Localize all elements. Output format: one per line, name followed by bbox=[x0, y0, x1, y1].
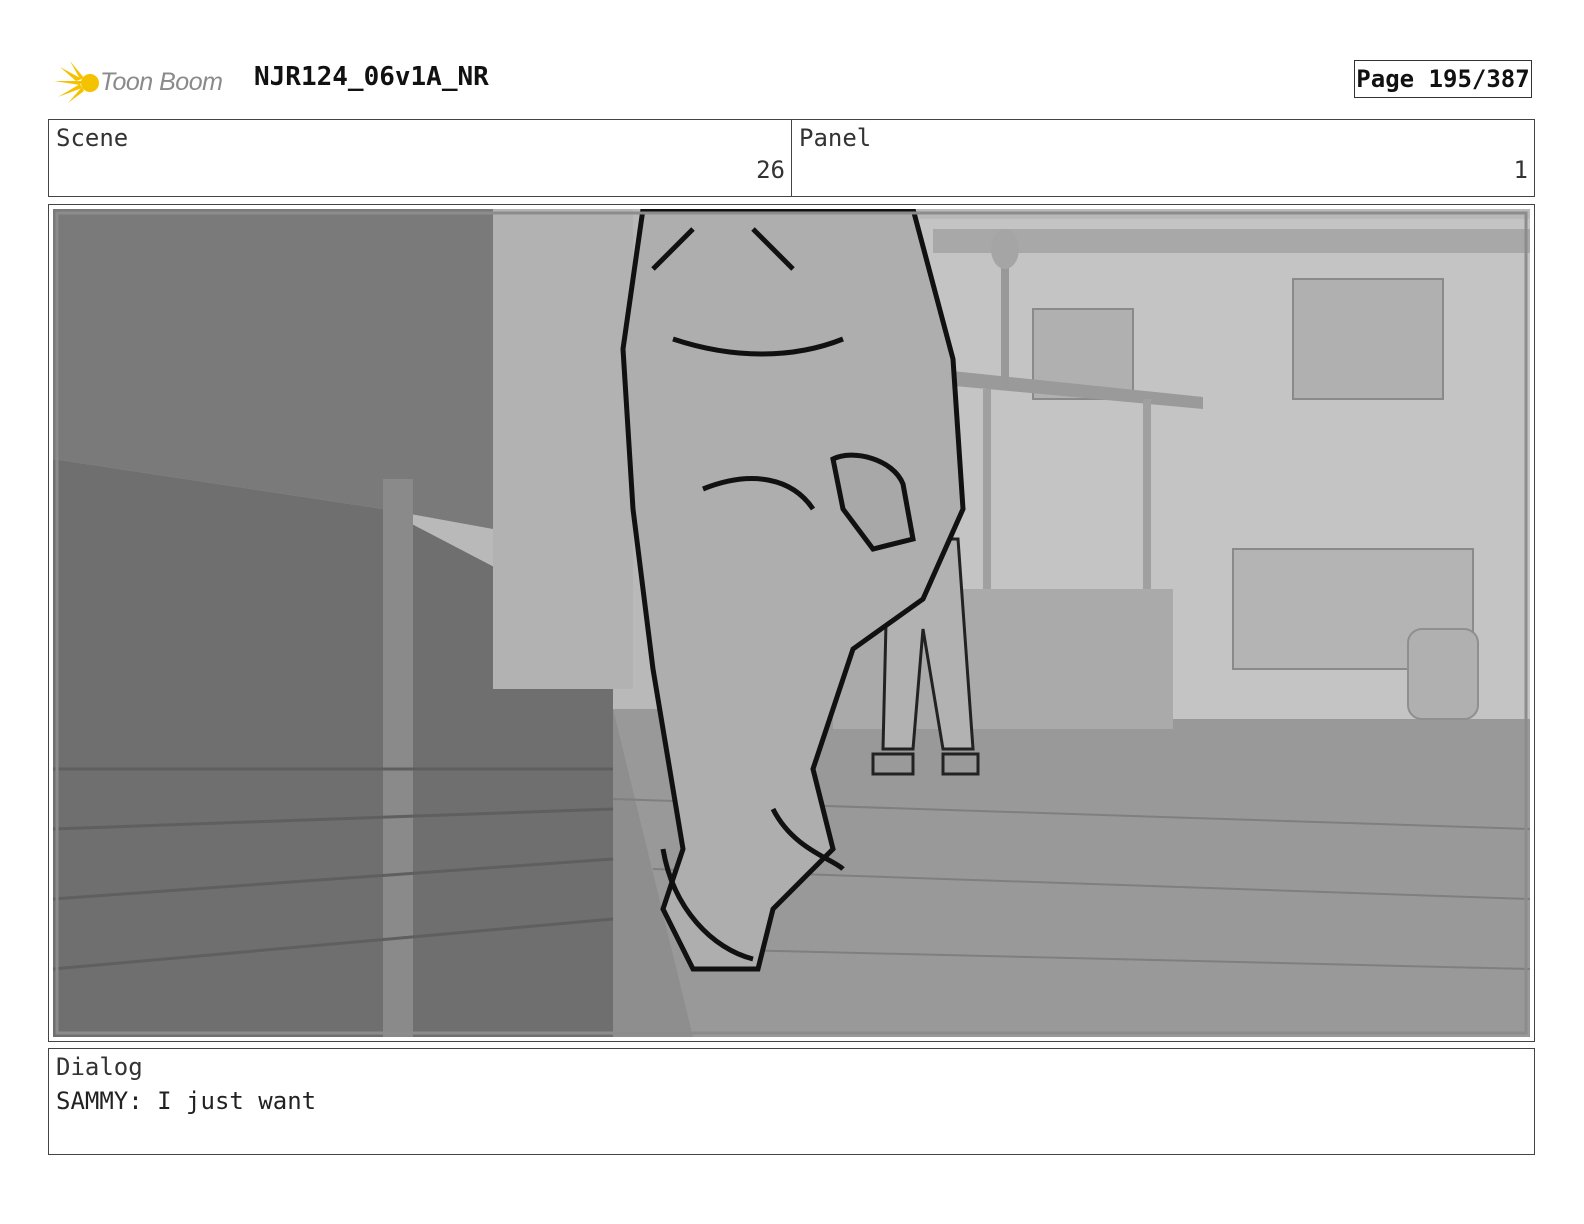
document-title: NJR124_06v1A_NR bbox=[254, 62, 489, 92]
storyboard-drawing bbox=[53, 209, 1530, 1037]
dialog-label: Dialog bbox=[56, 1053, 143, 1081]
scene-panel-row: Scene 26 Panel 1 bbox=[48, 119, 1535, 197]
starburst-logo-icon bbox=[54, 61, 99, 103]
panel-number: 1 bbox=[1513, 156, 1528, 184]
logo-text: Toon Boom bbox=[100, 67, 223, 96]
dialog-box: Dialog SAMMY: I just want bbox=[48, 1048, 1535, 1155]
toon-boom-logo: Toon Boom bbox=[52, 56, 242, 108]
dialog-text: SAMMY: I just want bbox=[56, 1087, 317, 1115]
scene-label: Scene bbox=[56, 124, 129, 152]
page-number: Page 195/387 bbox=[1354, 60, 1532, 98]
panel-cell: Panel 1 bbox=[791, 120, 1534, 196]
panel-label: Panel bbox=[799, 124, 872, 152]
scene-number: 26 bbox=[756, 156, 785, 184]
scene-cell: Scene 26 bbox=[49, 120, 791, 196]
storyboard-frame bbox=[48, 204, 1535, 1042]
